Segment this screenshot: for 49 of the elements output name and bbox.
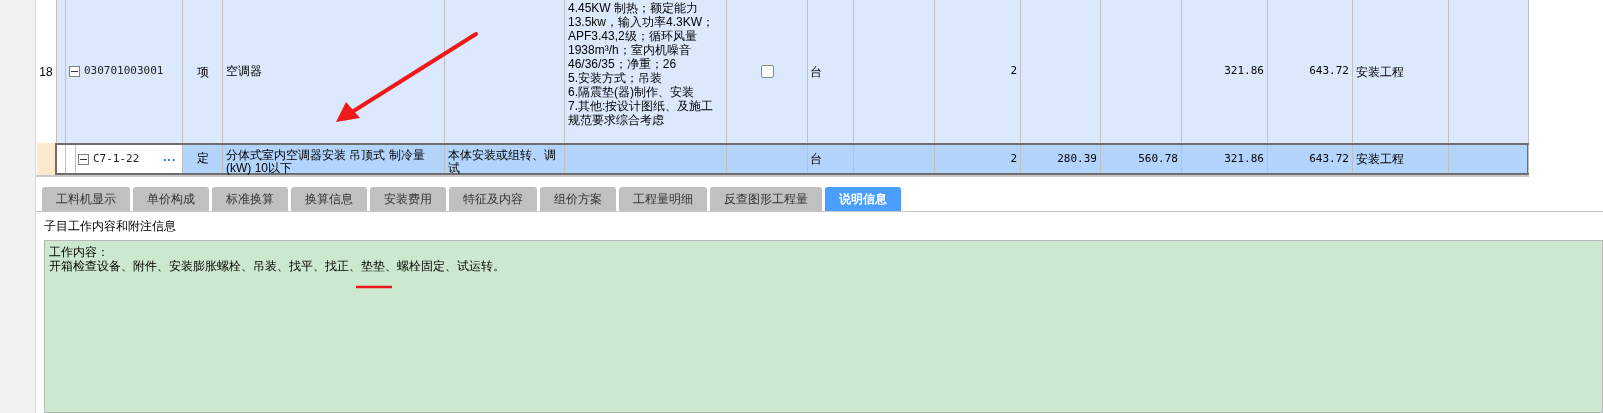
amount-cell-text: 560.78 [1138,150,1178,167]
more-button[interactable]: ··· [163,152,176,166]
tab[interactable]: 标准换算 [212,187,288,211]
feature-line: 7.其他:按设计图纸、及施工 [568,99,715,113]
quantity-cell: 2 [1010,63,1017,80]
description-line: 开箱检查设备、附件、安装膨胀螺栓、吊装、找平、找正、垫垫、螺栓固定、试运转。 [49,259,506,273]
amount-cell: 321.86 [1224,63,1264,80]
item-type: 项 [196,63,209,81]
table-row[interactable]: 18 030701003001 项 空调器 4.45KW 制热；额定能力 13.5kw，输入功率4.3KW； APF3.43,2级；循环风量 1938m³/h；室内机噪音 46/36/35；净重；26 5.安装方式；吊装 6.隔震垫(器)制作、安装 7.其他:按设计图纸、及施工 规范要求综合考虑 台 2 321.86 643.72 安装工程 [36,0,1529,143]
annotation-underline [356,285,392,289]
tab[interactable]: 特征及内容 [449,187,537,211]
collapse-icon[interactable] [69,66,80,77]
row-number: 18 [39,63,53,81]
description-line: 工作内容： [49,245,110,259]
feature-line: 5.安装方式；吊装 [568,71,663,85]
unit-cell-text: 台 [810,63,822,81]
item-type: 定 [196,150,209,167]
tab[interactable]: 工程量明细 [619,187,707,211]
collapse-icon[interactable] [78,153,89,165]
tab[interactable]: 反查图形工程量 [710,187,822,211]
amount-cell-text: 280.39 [1057,150,1097,167]
checkbox[interactable] [760,65,774,78]
item-code: C7-1-22 [93,150,140,167]
selected-row[interactable]: C7-1-22 ··· 定 分体式室内空调器安装 吊顶式 制冷量(kW) 10以下 本体安装或组转、调试 台 2 280.39 560.78 321.86 643.72 安装工程 [55,143,1529,175]
feature-line: 规范要求综合考虑 [568,113,665,127]
quantity-cell-text: 2 [1010,150,1017,167]
row-marker [37,143,55,175]
amount-cell-text: 643.72 [1309,150,1349,167]
feature-line: 46/36/35；净重；26 [568,57,678,71]
tab[interactable]: 换算信息 [291,187,367,211]
feature-line: 4.45KW 制热；额定能力 [568,1,700,15]
item-code: 030701003001 [84,63,164,80]
amount-cell: 643.72 [1309,63,1349,80]
item-name: 分体式室内空调器安装 吊顶式 制冷量(kW) 10以下 [226,149,426,175]
unit-cell-text: 台 [810,151,822,168]
feature-line: 1938m³/h；室内机噪音 [568,43,692,57]
amount-cell-text: 321.86 [1224,150,1264,167]
panel-title: 子目工作内容和附注信息 [43,218,177,235]
item-content: 本体安装或组转、调试 [448,149,557,175]
tab[interactable]: 工料机显示 [42,187,130,211]
feature-line: 6.隔震垫(器)制作、安装 [568,85,695,99]
feature-line: APF3.43,2级；循环风量 [568,29,698,43]
category-cell-text: 安装工程 [1356,63,1404,81]
item-name: 空调器 [226,65,262,78]
tab[interactable]: 安装费用 [370,187,446,211]
feature-line: 13.5kw，输入功率4.3KW； [568,15,716,29]
category-cell-text: 安装工程 [1356,151,1404,168]
tab[interactable]: 组价方案 [540,187,616,211]
tab[interactable]: 单价构成 [133,187,209,211]
